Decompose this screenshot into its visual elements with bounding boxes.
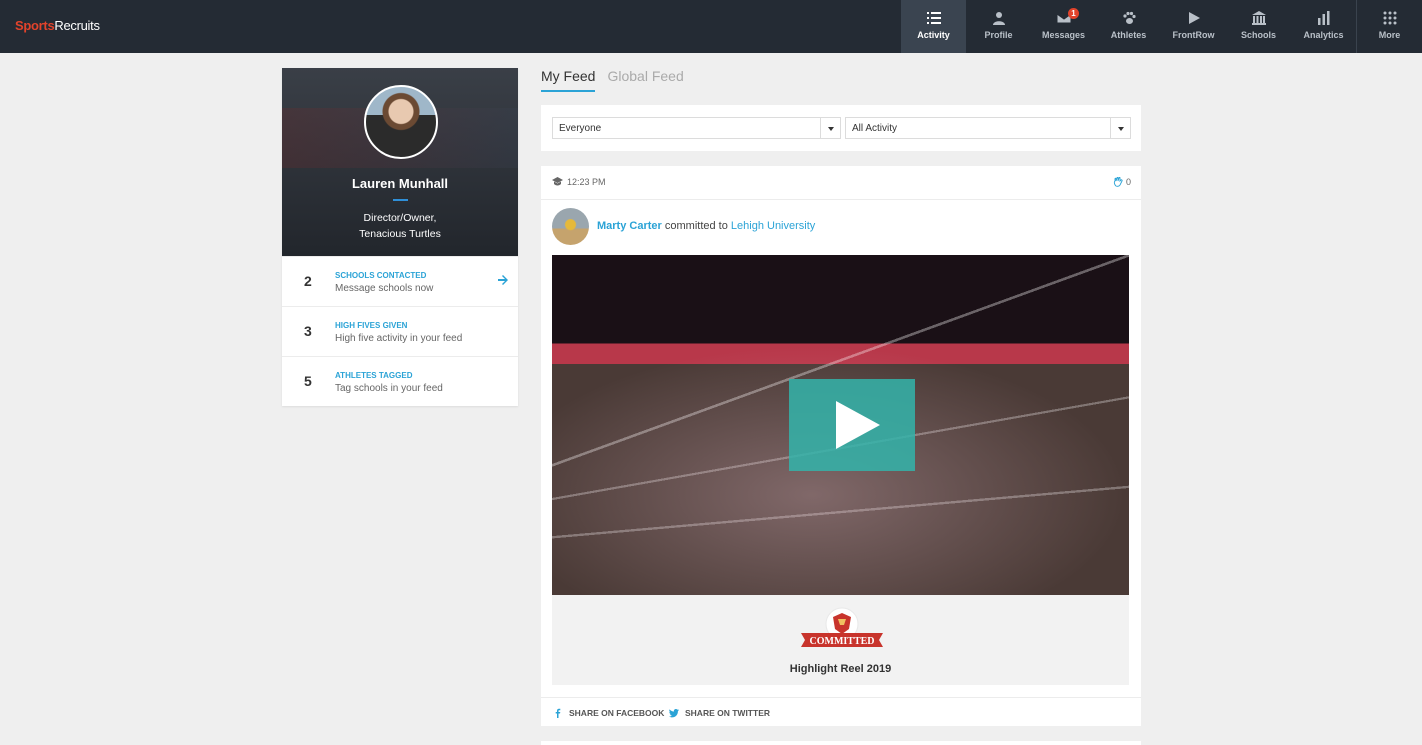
share-facebook-button[interactable]: SHARE ON FACEBOOK: [553, 708, 664, 718]
paw-icon: [1122, 11, 1136, 24]
nav-athletes[interactable]: Athletes: [1096, 0, 1161, 53]
school-link[interactable]: Lehigh University: [731, 220, 815, 232]
nav-analytics[interactable]: Analytics: [1291, 0, 1356, 53]
video-title: Highlight Reel 2019: [789, 663, 892, 675]
stat-title: ATHLETES TAGGED: [335, 371, 413, 380]
building-icon: [1251, 11, 1266, 25]
stat-subtitle: Message schools now: [335, 283, 434, 294]
stat-number: 5: [304, 373, 312, 389]
nav-frontrow[interactable]: FrontRow: [1161, 0, 1226, 53]
committed-badge: COMMITTED: [801, 607, 883, 647]
feed-tabs: My Feed Global Feed: [541, 68, 696, 92]
post-header: Marty Carter committed to Lehigh Univers…: [541, 200, 1141, 252]
stat-subtitle: High five activity in your feed: [335, 333, 463, 344]
video-caption: COMMITTED Highlight Reel 2019: [552, 595, 1129, 685]
post-meta: 12:23 PM 0: [541, 166, 1141, 200]
share-bar: SHARE ON FACEBOOK SHARE ON TWITTER: [541, 697, 1141, 726]
caret-down-icon: [1110, 118, 1130, 138]
play-button-icon[interactable]: [789, 379, 915, 471]
hand-icon: [1113, 177, 1123, 187]
profile-header: Lauren Munhall Director/Owner, Tenacious…: [282, 68, 518, 256]
play-icon: [1188, 12, 1200, 24]
grid-icon: [1383, 11, 1396, 25]
nav-more[interactable]: More: [1356, 0, 1422, 53]
twitter-icon: [669, 709, 679, 718]
athlete-avatar[interactable]: [552, 208, 589, 245]
name-divider: [393, 199, 408, 201]
facebook-icon: [555, 708, 561, 718]
sportsrecruits-logo[interactable]: SportsRecruits: [15, 18, 100, 33]
highlight-video[interactable]: [552, 255, 1129, 595]
profile-avatar[interactable]: [364, 85, 438, 159]
bar-chart-icon: [1317, 11, 1329, 25]
athlete-link[interactable]: Marty Carter: [597, 220, 662, 232]
feed-filters: Everyone All Activity: [541, 105, 1141, 151]
list-icon: [926, 12, 941, 24]
graduation-cap-icon: [552, 177, 563, 186]
nav-activity[interactable]: Activity: [901, 0, 966, 53]
person-icon: [992, 12, 1005, 25]
feed-post: 12:23 PM 0 Marty Carter committed to Leh…: [541, 166, 1141, 726]
profile-card: Lauren Munhall Director/Owner, Tenacious…: [282, 68, 518, 406]
high-five-button[interactable]: 0: [1113, 177, 1131, 187]
svg-text:COMMITTED: COMMITTED: [810, 636, 875, 647]
post-verb: committed to: [664, 220, 728, 232]
stat-number: 2: [304, 273, 312, 289]
next-feed-post: [541, 741, 1141, 745]
post-time: 12:23 PM: [567, 177, 606, 187]
caret-down-icon: [820, 118, 840, 138]
profile-role: Director/Owner, Tenacious Turtles: [359, 212, 441, 240]
stat-number: 3: [304, 323, 312, 339]
stat-schools-contacted[interactable]: 2 SCHOOLS CONTACTED Message schools now: [282, 256, 518, 306]
high-five-count: 0: [1125, 177, 1131, 187]
main-nav: Activity Profile 1 Messages Athletes Fro…: [901, 0, 1422, 53]
messages-badge: 1: [1068, 8, 1079, 19]
nav-schools[interactable]: Schools: [1226, 0, 1291, 53]
audience-select[interactable]: Everyone: [552, 117, 841, 139]
stat-subtitle: Tag schools in your feed: [335, 383, 443, 394]
tab-my-feed[interactable]: My Feed: [541, 68, 596, 92]
stat-title: HIGH FIVES GIVEN: [335, 321, 408, 330]
tab-global-feed[interactable]: Global Feed: [607, 68, 683, 92]
stat-title: SCHOOLS CONTACTED: [335, 271, 427, 280]
nav-messages[interactable]: 1 Messages: [1031, 0, 1096, 53]
top-navbar: SportsRecruits Activity Profile 1 Messag…: [0, 0, 1422, 53]
share-twitter-button[interactable]: SHARE ON TWITTER: [669, 708, 770, 718]
arrow-right-icon[interactable]: [498, 275, 508, 285]
stat-athletes-tagged[interactable]: 5 ATHLETES TAGGED Tag schools in your fe…: [282, 356, 518, 406]
activity-select[interactable]: All Activity: [845, 117, 1131, 139]
nav-profile[interactable]: Profile: [966, 0, 1031, 53]
post-headline: Marty Carter committed to Lehigh Univers…: [597, 220, 815, 232]
profile-name: Lauren Munhall: [351, 176, 449, 191]
stat-high-fives[interactable]: 3 HIGH FIVES GIVEN High five activity in…: [282, 306, 518, 356]
